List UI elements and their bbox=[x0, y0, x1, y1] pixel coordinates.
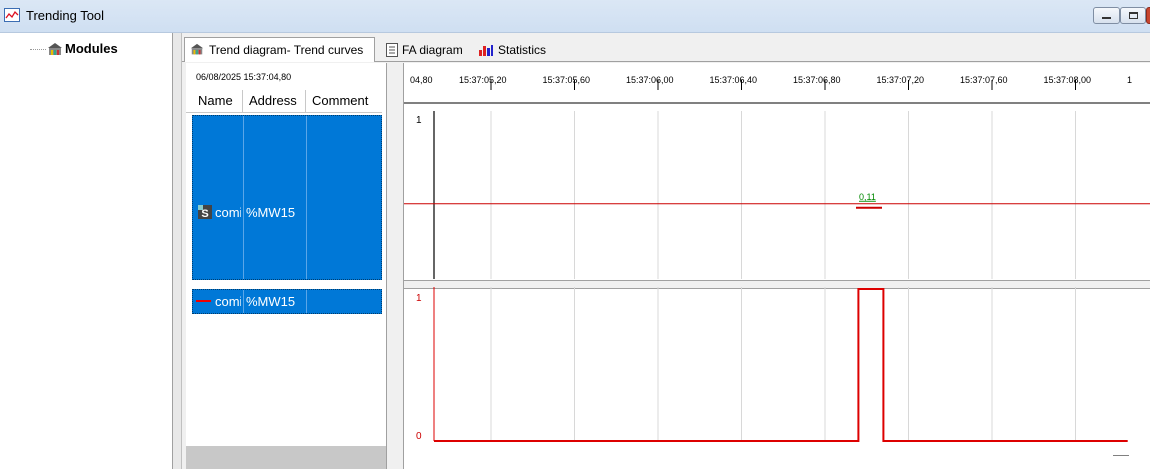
minimize-button[interactable] bbox=[1093, 7, 1120, 24]
list-item[interactable]: comi %MW15 bbox=[192, 289, 382, 314]
maximize-button[interactable] bbox=[1120, 7, 1146, 24]
window-title: Trending Tool bbox=[26, 8, 105, 23]
tab-fa-diagram[interactable]: FA diagram bbox=[382, 39, 468, 61]
y-tick-label: 0 bbox=[416, 431, 422, 442]
minimize-icon bbox=[1102, 17, 1111, 19]
tree-connector bbox=[30, 49, 46, 50]
time-tick-label: 15:37:07,60 bbox=[960, 75, 1008, 85]
tab-statistics[interactable]: Statistics bbox=[474, 39, 570, 61]
row-name: comi bbox=[215, 294, 241, 309]
trend-app-icon bbox=[4, 8, 20, 22]
value-annotation: 0,11 bbox=[859, 192, 876, 202]
column-header-comment[interactable]: Comment bbox=[312, 93, 368, 108]
time-tick-label: 15:37:05,20 bbox=[459, 75, 507, 85]
svg-text:S: S bbox=[201, 208, 208, 219]
y-tick-label: 1 bbox=[416, 115, 422, 126]
list-chart-splitter[interactable] bbox=[386, 63, 404, 469]
row-address: %MW15 bbox=[246, 294, 296, 309]
tab-label: Trend diagram- Trend curves bbox=[209, 43, 364, 57]
time-tick-label: 15:37:07,20 bbox=[877, 75, 925, 85]
column-header-name[interactable]: Name bbox=[198, 93, 233, 108]
y-tick-label: 1 bbox=[416, 293, 422, 304]
column-header-address[interactable]: Address bbox=[249, 93, 297, 108]
maximize-icon bbox=[1129, 12, 1138, 19]
tab-trend-diagram[interactable]: Trend diagram- Trend curves bbox=[184, 37, 375, 62]
modules-icon bbox=[190, 43, 204, 55]
statistics-icon bbox=[479, 45, 493, 56]
cell-divider bbox=[243, 290, 244, 313]
tab-label: Statistics bbox=[498, 43, 547, 57]
tab-label: FA diagram bbox=[402, 43, 463, 57]
close-button[interactable] bbox=[1146, 7, 1150, 24]
scroll-indicator bbox=[1113, 455, 1129, 456]
document-icon bbox=[386, 43, 398, 57]
time-tick-label: 15:37:05,60 bbox=[543, 75, 591, 85]
list-item[interactable]: S comi %MW15 bbox=[192, 115, 382, 280]
list-footer bbox=[186, 446, 386, 469]
row-name: comi bbox=[215, 205, 241, 220]
time-tick-label: 15:37:06,40 bbox=[710, 75, 758, 85]
header-divider bbox=[186, 112, 382, 113]
time-tick-label: 1 bbox=[1127, 75, 1132, 85]
cell-divider bbox=[243, 116, 244, 279]
tree-item-modules[interactable]: Modules bbox=[65, 41, 118, 56]
column-divider bbox=[242, 90, 243, 112]
modules-icon bbox=[48, 43, 62, 55]
column-divider bbox=[305, 90, 306, 112]
time-tick-label: 15:37:06,80 bbox=[793, 75, 841, 85]
time-tick-label: 15:37:08,00 bbox=[1044, 75, 1092, 85]
panel-splitter[interactable] bbox=[173, 33, 182, 469]
cell-divider bbox=[306, 290, 307, 313]
row-address: %MW15 bbox=[246, 205, 296, 220]
trend-chart: 04,80 15:37:05,20 15:37:05,60 15:37:06,00 15… bbox=[404, 75, 1150, 442]
title-bar bbox=[0, 0, 1150, 33]
cursor-timestamp: 06/08/2025 15:37:04,80 bbox=[196, 72, 292, 82]
module-tree bbox=[0, 33, 173, 469]
time-tick-label: 04,80 bbox=[410, 75, 433, 85]
series-color-swatch bbox=[196, 300, 211, 302]
signal-s-icon: S bbox=[198, 205, 212, 219]
series-line bbox=[434, 288, 1128, 442]
cell-divider bbox=[306, 116, 307, 279]
time-tick-label: 15:37:06,00 bbox=[626, 75, 674, 85]
